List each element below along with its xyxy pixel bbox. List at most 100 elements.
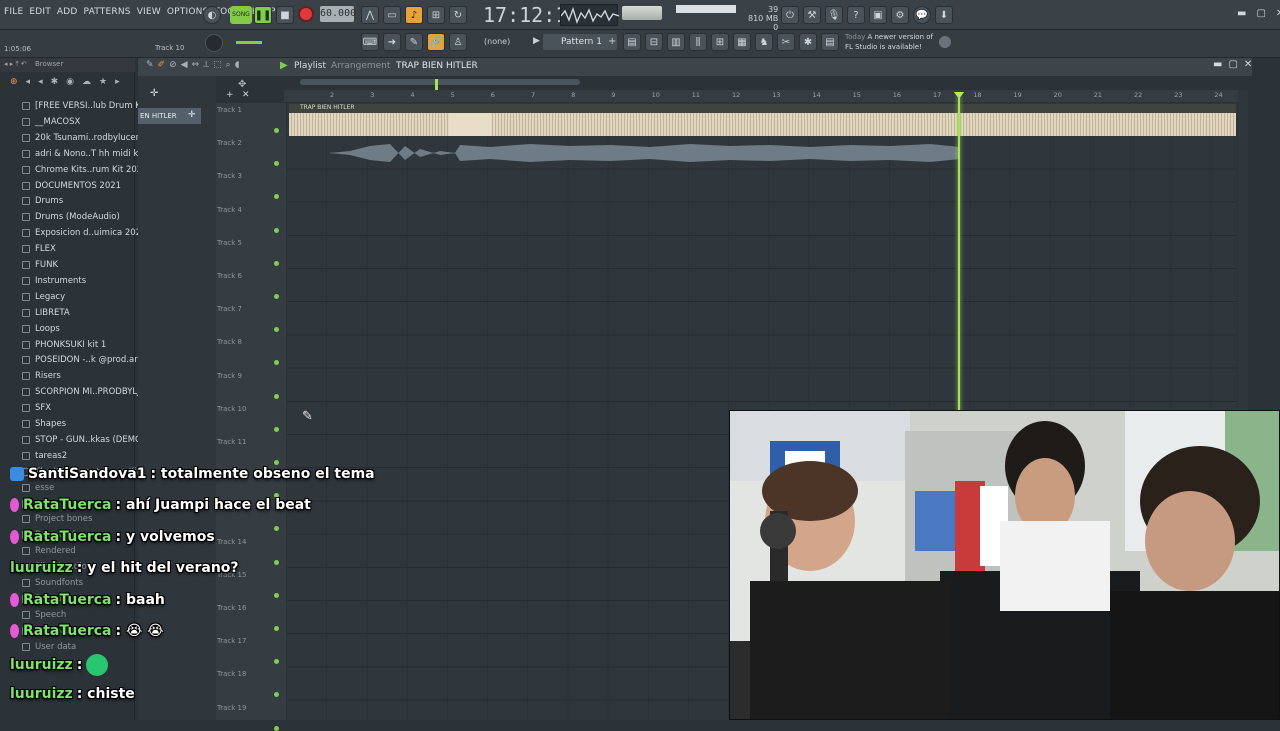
playlist-icon[interactable]: ▤ [623,33,641,51]
track-label[interactable]: Track 5 [217,239,242,247]
browser-item[interactable]: Speech [22,608,66,622]
browser-item[interactable]: [FREE VERSI..lub Drum Kit [22,99,146,113]
browser-item[interactable]: User data [22,640,76,654]
browser-item[interactable]: Soundfonts [22,576,83,590]
browser-more-icon[interactable]: ▸ [115,77,120,87]
pattern-prev-icon[interactable]: ▶ [533,36,540,46]
browser-item[interactable]: SCORPION MI..PRODBYLJS [22,385,145,399]
clip-header[interactable] [289,104,1236,113]
chat-icon[interactable]: 💬 [913,6,931,24]
track-mute-led[interactable] [274,426,279,432]
zoom-tool-icon[interactable]: ⌕ [226,60,231,70]
track-label[interactable]: Track 10 [217,405,246,413]
power-icon[interactable]: ⏻ [781,6,799,24]
arrangement-name[interactable]: TRAP BIEN HITLER [396,61,478,71]
delete-tool-icon[interactable]: ⊘ [169,60,177,70]
update-notice[interactable]: Today A newer version of FL Studio is av… [845,32,933,52]
track-label[interactable]: Track 19 [217,704,246,712]
track-label[interactable]: Track 18 [217,670,246,678]
browser-item[interactable]: Project bones [22,512,92,526]
main-volume-slider[interactable] [236,41,262,44]
browser-item[interactable]: FUNK [22,258,58,272]
browser-item[interactable]: Drums (ModeAudio) [22,210,120,224]
close-icon[interactable]: ✕ [1276,8,1280,19]
browser-item[interactable]: SFX [22,401,51,415]
tempo-display[interactable]: 60.000 [320,6,356,22]
minimize-icon[interactable]: ▬ [1237,8,1246,19]
browser-star-icon[interactable]: ★ [99,77,107,87]
browser-item[interactable]: adri & Nono..T hh midi kit [22,147,144,161]
browser-item[interactable]: Rendered [22,544,76,558]
mute-tool-icon[interactable]: ◀ [181,60,188,70]
track-mute-led[interactable] [274,227,279,233]
slice-tool-icon[interactable]: ⟂ [203,60,209,70]
browser-plug-icon[interactable]: ✱ [51,77,59,87]
track-mute-led[interactable] [274,460,279,465]
browser-item[interactable]: Shapes [22,417,66,431]
slip-tool-icon[interactable]: ⇔ [192,60,200,70]
track-label[interactable]: Track 17 [217,637,246,645]
menu-file[interactable]: FILE [4,7,23,17]
playlist-minimize-icon[interactable]: ▬ [1213,59,1222,70]
track-label[interactable]: Track 16 [217,604,246,612]
menu-edit[interactable]: EDIT [29,7,51,17]
track-label[interactable]: Track 9 [217,372,242,380]
pause-button[interactable]: ❚❚ [254,6,272,24]
track-label[interactable]: Track 14 [217,538,246,546]
browser-item[interactable]: Chrome Kits..rum Kit 2024 [22,163,148,177]
browser-window-icon[interactable]: ⊞ [711,33,729,51]
browser-item[interactable]: DOCUMENTOS 2021 [22,179,121,193]
menu-view[interactable]: VIEW [137,7,161,17]
project-icon[interactable]: ▦ [733,33,751,51]
track-mute-led[interactable] [274,260,279,266]
menu-add[interactable]: ADD [57,7,78,17]
save-icon[interactable]: ▣ [869,6,887,24]
piano-roll-icon[interactable]: ⊟ [645,33,663,51]
browser-item[interactable]: 20k Tsunami..rodbylucent [22,131,144,145]
wrench-icon[interactable]: ✂ [777,33,795,51]
mixer-icon[interactable]: ⚒ [803,6,821,24]
touch-keyboard-icon[interactable]: ✱ [799,33,817,51]
browser-arrow-icon[interactable]: ◂ [38,77,43,87]
browser-item[interactable]: Legacy [22,290,65,304]
stamp-icon[interactable]: ♙ [449,33,467,51]
arrow-right-icon[interactable]: ➜ [383,33,401,51]
browser-item[interactable]: Loops [22,322,60,336]
plugin-icon[interactable]: ⚙ [891,6,909,24]
browser-item[interactable]: tareas2 [22,449,67,463]
maximize-icon[interactable]: ▢ [1256,8,1265,19]
track-mute-led[interactable] [274,128,279,133]
song-mode-button[interactable]: SONG [230,6,252,24]
master-volume-slider[interactable] [622,6,662,20]
fl-logo-icon[interactable] [939,36,951,48]
typing-keyboard-icon[interactable]: ⌨ [361,33,379,51]
browser-item[interactable]: LIBRETA [22,306,70,320]
stop-button[interactable]: ■ [276,6,294,24]
picker-add-icon[interactable]: ✛ [150,88,158,99]
pattern-selector[interactable]: Pattern 1 [543,34,617,50]
menu-patterns[interactable]: PATTERNS [84,7,131,17]
browser-cloud-icon[interactable]: ☁ [82,77,91,87]
picker-clip-cross-icon[interactable]: ✛ [188,110,196,120]
zoom-cross-icon[interactable]: ✥ [238,79,246,90]
mixer-window-icon[interactable]: ⫼ [689,33,707,51]
browser-item[interactable]: Drums [22,194,63,208]
track-label[interactable]: Track 6 [217,272,242,280]
help-icon[interactable]: ? [847,6,865,24]
remove-track-icon[interactable]: ✕ [242,90,250,100]
main-pitch-knob[interactable] [205,34,223,52]
browser-nav-icons[interactable]: ◂ ▸ ⤒ ↶ [4,60,27,69]
browser-item[interactable]: esse [22,481,54,495]
draw-tool-icon[interactable]: ✎ [146,60,154,70]
download-icon[interactable]: ⬇ [935,6,953,24]
browser-disk-icon[interactable]: ◉ [66,77,74,87]
browser-item[interactable]: POSEIDON -..k @prod.ari [22,353,140,367]
snap-selector[interactable]: (none) [484,37,510,46]
playhead[interactable] [958,96,960,412]
metronome-icon[interactable]: ⋀ [361,6,379,24]
paint-tool-icon[interactable]: ✐ [158,60,166,70]
mic-icon[interactable]: 🎙 [825,6,843,24]
add-track-icon[interactable]: + [226,90,234,100]
pat-song-knob-icon[interactable]: ◐ [203,6,221,24]
track-mute-led[interactable] [274,393,279,399]
